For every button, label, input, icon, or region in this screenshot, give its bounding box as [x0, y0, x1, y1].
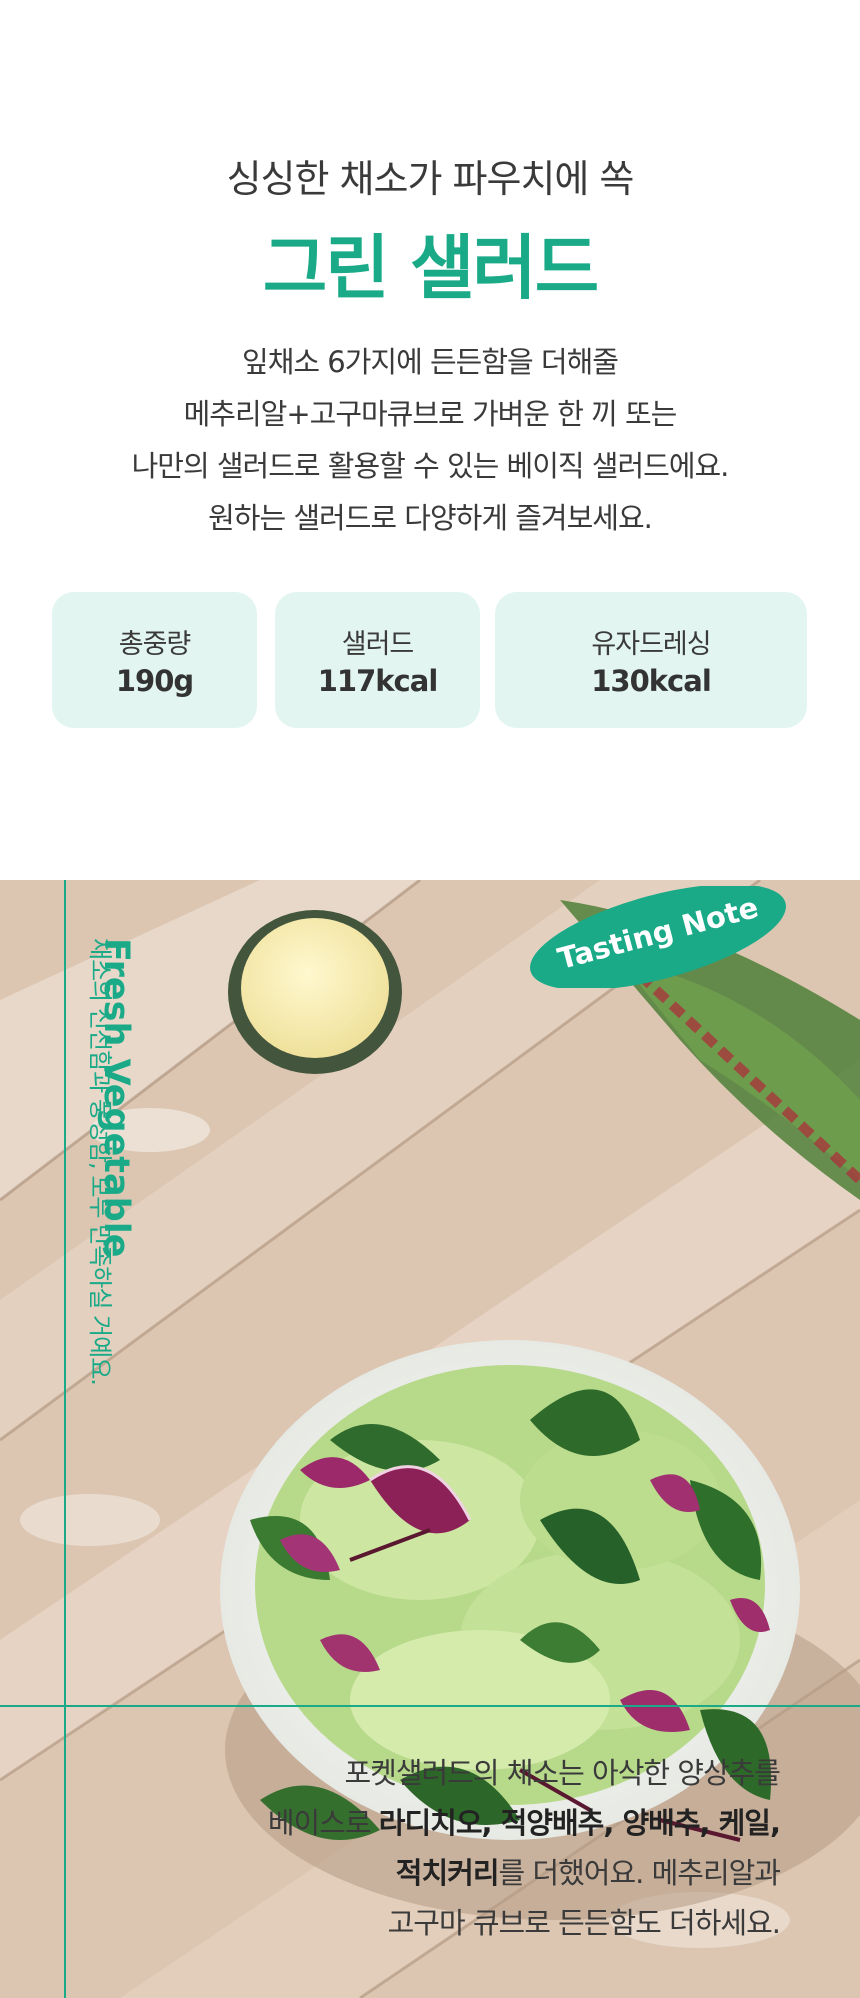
nutrition-stats: 총중량 190g 샐러드 117kcal 유자드레싱 130kcal [52, 592, 807, 728]
description: 잎채소 6가지에 든든함을 더해줄 메추리알+고구마큐브로 가벼운 한 끼 또는… [0, 336, 860, 544]
stat-label: 유자드레싱 [591, 629, 711, 660]
tasting-text: 고구마 큐브로 든든함도 더하세요. [387, 1906, 781, 1940]
tasting-note-section: Fresh Vegetable 채소의 신선함과 풍성함, 모두 만족하실 거예… [0, 880, 860, 1998]
stat-value: 130kcal [591, 664, 712, 698]
tasting-highlight: 라디치오, 적양배추, 양배추, 케일, [378, 1806, 781, 1840]
description-line: 나만의 샐러드로 활용할 수 있는 베이직 샐러드에요. [131, 449, 730, 483]
description-line: 메추리알+고구마큐브로 가벼운 한 끼 또는 [183, 397, 678, 431]
tasting-text: 포켓샐러드의 채소는 아삭한 양상추를 [344, 1756, 781, 1790]
fresh-vegetable-caption: 채소의 신선함과 풍성함, 모두 만족하실 거예요. [86, 938, 114, 1385]
stat-card-dressing: 유자드레싱 130kcal [495, 592, 807, 728]
tasting-line: 적치커리를 더했어요. 메추리알과 [80, 1848, 781, 1898]
tasting-highlight: 적치커리 [395, 1856, 500, 1890]
description-line: 잎채소 6가지에 든든함을 더해줄 [242, 345, 619, 379]
page-title: 그린 샐러드 [262, 227, 599, 309]
stat-card-salad: 샐러드 117kcal [275, 592, 480, 728]
stat-label: 총중량 [118, 629, 192, 660]
tasting-line: 베이스로 라디치오, 적양배추, 양배추, 케일, [80, 1798, 781, 1848]
tasting-line: 고구마 큐브로 든든함도 더하세요. [80, 1898, 781, 1948]
description-line: 원하는 샐러드로 다양하게 즐겨보세요. [208, 501, 653, 535]
subtitle: 싱싱한 채소가 파우치에 쏙 [226, 157, 635, 201]
tasting-description: 포켓샐러드의 채소는 아삭한 양상추를 베이스로 라디치오, 적양배추, 양배추… [80, 1748, 781, 1948]
horizontal-guide-line [0, 1705, 860, 1707]
tasting-line: 포켓샐러드의 채소는 아삭한 양상추를 [80, 1748, 781, 1798]
tasting-text: 를 더했어요. 메추리알과 [498, 1856, 781, 1890]
stat-card-total-weight: 총중량 190g [52, 592, 257, 728]
stat-value: 117kcal [317, 664, 439, 698]
stat-value: 190g [115, 664, 194, 698]
intro-section: 싱싱한 채소가 파우치에 쏙 그린 샐러드 잎채소 6가지에 든든함을 더해줄 … [0, 0, 860, 880]
tasting-text: 베이스로 [267, 1806, 379, 1840]
tasting-note-badge: Tasting Note [522, 886, 794, 988]
stat-label: 샐러드 [341, 629, 415, 660]
vertical-guide-line [64, 880, 66, 1998]
